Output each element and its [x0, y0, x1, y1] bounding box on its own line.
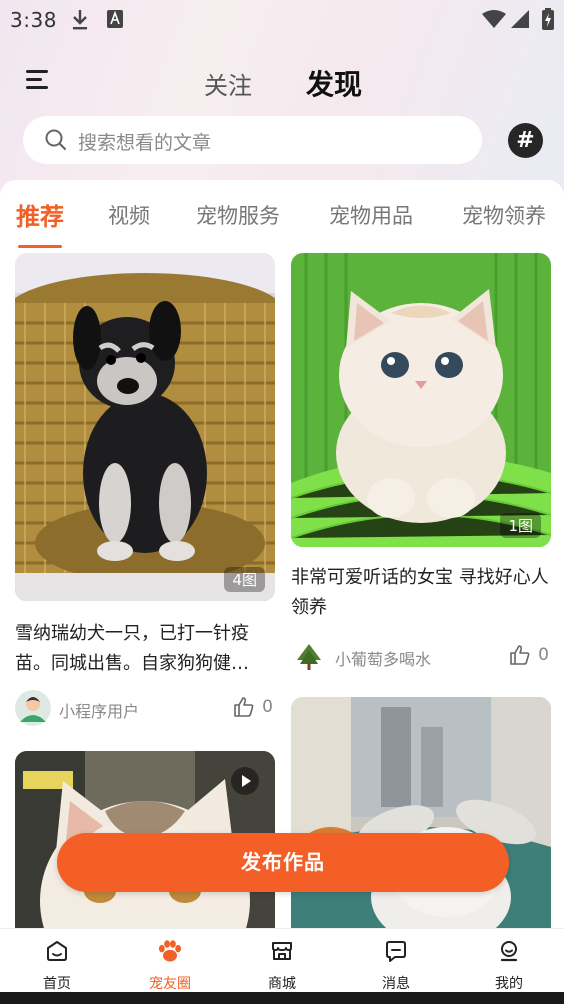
tab-discover[interactable]: 发现: [306, 63, 362, 103]
post-image: 4图: [15, 253, 275, 601]
category-tab-recommend[interactable]: 推荐: [16, 197, 64, 232]
nav-item-store[interactable]: 商城: [242, 929, 322, 993]
post-title: 非常可爱听话的女宝 寻找好心人领养: [291, 567, 549, 618]
like-button[interactable]: 0: [509, 644, 549, 670]
topic-hash-button[interactable]: #: [508, 123, 543, 158]
image-count-badge: 4图: [224, 567, 265, 592]
like-count: 0: [262, 697, 273, 717]
store-icon: [272, 942, 292, 960]
search-icon: [45, 129, 67, 151]
post-image: [291, 697, 551, 931]
nav-item-messages[interactable]: 消息: [356, 929, 436, 993]
category-tabs: 推荐 视频 宠物服务 宠物用品 宠物领养: [0, 196, 564, 248]
message-icon: [386, 941, 406, 962]
post-title: 雪纳瑞幼犬一只，已打一针疫苗。同城出售。自家狗狗健…: [15, 623, 249, 674]
download-icon: [73, 10, 87, 30]
avatar[interactable]: [293, 640, 325, 672]
system-navigation-bar: [0, 992, 564, 1004]
post-card[interactable]: [291, 697, 551, 931]
like-button[interactable]: 0: [233, 696, 273, 722]
category-tab-pet-supplies[interactable]: 宠物用品: [329, 200, 413, 230]
video-play-icon: [231, 767, 259, 795]
post-card[interactable]: 4图 雪纳瑞幼犬一只，已打一针疫苗。同城出售。自家狗狗健… 小程序用户 0: [15, 253, 275, 733]
home-icon: [47, 941, 67, 961]
post-meta: 小葡萄多喝水 0: [291, 636, 551, 676]
profile-icon: [500, 941, 518, 962]
nav-label: 消息: [382, 976, 410, 992]
avatar[interactable]: [15, 690, 51, 726]
status-bar: 3:38: [0, 0, 564, 40]
nav-label: 我的: [495, 976, 523, 992]
image-count-badge: 1图: [500, 513, 541, 538]
post-card[interactable]: 1图 非常可爱听话的女宝 寻找好心人领养 小葡萄多喝水 0: [291, 253, 551, 683]
wifi-icon: [482, 10, 506, 28]
battery-icon: [542, 8, 554, 30]
search-placeholder: 搜索想看的文章: [78, 132, 212, 154]
paw-icon: [158, 940, 182, 962]
publish-work-button[interactable]: 发布作品: [57, 833, 509, 892]
nav-label: 宠友圈: [149, 976, 191, 992]
like-count: 0: [538, 645, 549, 665]
nav-item-pet-circle[interactable]: 宠友圈: [130, 929, 210, 993]
thumbs-up-icon: [510, 645, 530, 665]
nav-item-home[interactable]: 首页: [17, 929, 97, 993]
category-tab-video[interactable]: 视频: [108, 200, 150, 230]
bottom-navigation: 首页 宠友圈 商城 消息 我的: [0, 928, 564, 992]
category-tab-pet-services[interactable]: 宠物服务: [196, 200, 280, 230]
nav-label: 商城: [268, 976, 296, 992]
thumbs-up-icon: [234, 697, 254, 717]
search-bar[interactable]: 搜索想看的文章: [23, 116, 482, 164]
post-meta: 小程序用户 0: [15, 688, 275, 728]
category-tab-pet-adoption[interactable]: 宠物领养: [462, 200, 546, 230]
nav-label: 首页: [43, 976, 71, 992]
post-image: 1图: [291, 253, 551, 547]
author-name[interactable]: 小葡萄多喝水: [335, 646, 431, 670]
font-icon: [107, 10, 123, 28]
top-header: 关注 发现: [0, 52, 564, 112]
status-time: 3:38: [10, 8, 57, 32]
active-tab-underline: [18, 245, 62, 248]
tab-follow[interactable]: 关注: [204, 66, 252, 101]
cellular-signal-icon: [511, 10, 529, 28]
author-name[interactable]: 小程序用户: [59, 698, 139, 722]
menu-icon[interactable]: [26, 70, 50, 90]
nav-item-profile[interactable]: 我的: [469, 929, 549, 993]
